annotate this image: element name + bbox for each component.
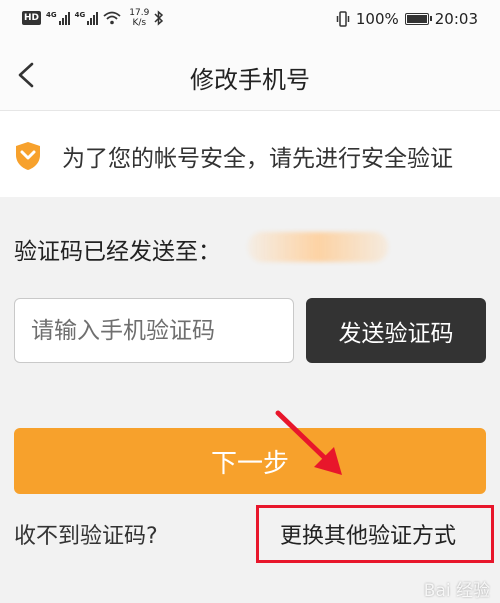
signal-label-2: 4G — [74, 11, 86, 19]
clock: 20:03 — [434, 10, 478, 28]
net-speed: 17.9 K/s — [129, 8, 149, 28]
no-code-link[interactable]: 收不到验证码? — [14, 518, 158, 550]
annotation-highlight-box — [256, 505, 494, 563]
battery-percent: 100% — [355, 10, 399, 28]
vibrate-icon — [336, 11, 350, 27]
net-speed-unit: K/s — [132, 18, 147, 28]
signal-icon-2: 4G — [75, 11, 99, 25]
status-bar: HD 4G 4G 17.9 K/s 100% 20:03 — [0, 0, 500, 40]
masked-phone-number — [248, 232, 388, 262]
wifi-icon — [103, 11, 121, 25]
signal-icon: 4G — [46, 11, 70, 25]
code-sent-label: 验证码已经发送至： — [14, 239, 221, 265]
nav-bar: 修改手机号 — [0, 40, 500, 111]
status-left: HD 4G 4G 17.9 K/s — [22, 8, 164, 28]
verification-code-input[interactable] — [14, 298, 294, 363]
notice-text: 为了您的帐号安全，请先进行安全验证 — [62, 146, 453, 172]
shield-icon — [16, 142, 40, 170]
watermark: Bai 经验 — [423, 581, 490, 601]
page-title: 修改手机号 — [190, 66, 310, 94]
net-speed-value: 17.9 — [129, 8, 150, 18]
security-notice: 为了您的帐号安全，请先进行安全验证 — [0, 111, 500, 197]
hd-badge: HD — [22, 11, 42, 25]
status-right: 100% 20:03 — [336, 10, 478, 28]
send-code-button[interactable]: 发送验证码 — [306, 298, 486, 363]
bluetooth-icon — [154, 10, 164, 26]
battery-icon — [404, 13, 432, 25]
signal-label: 4G — [46, 11, 57, 19]
annotation-arrow-icon — [275, 410, 342, 475]
next-step-button[interactable]: 下一步 — [14, 428, 486, 494]
